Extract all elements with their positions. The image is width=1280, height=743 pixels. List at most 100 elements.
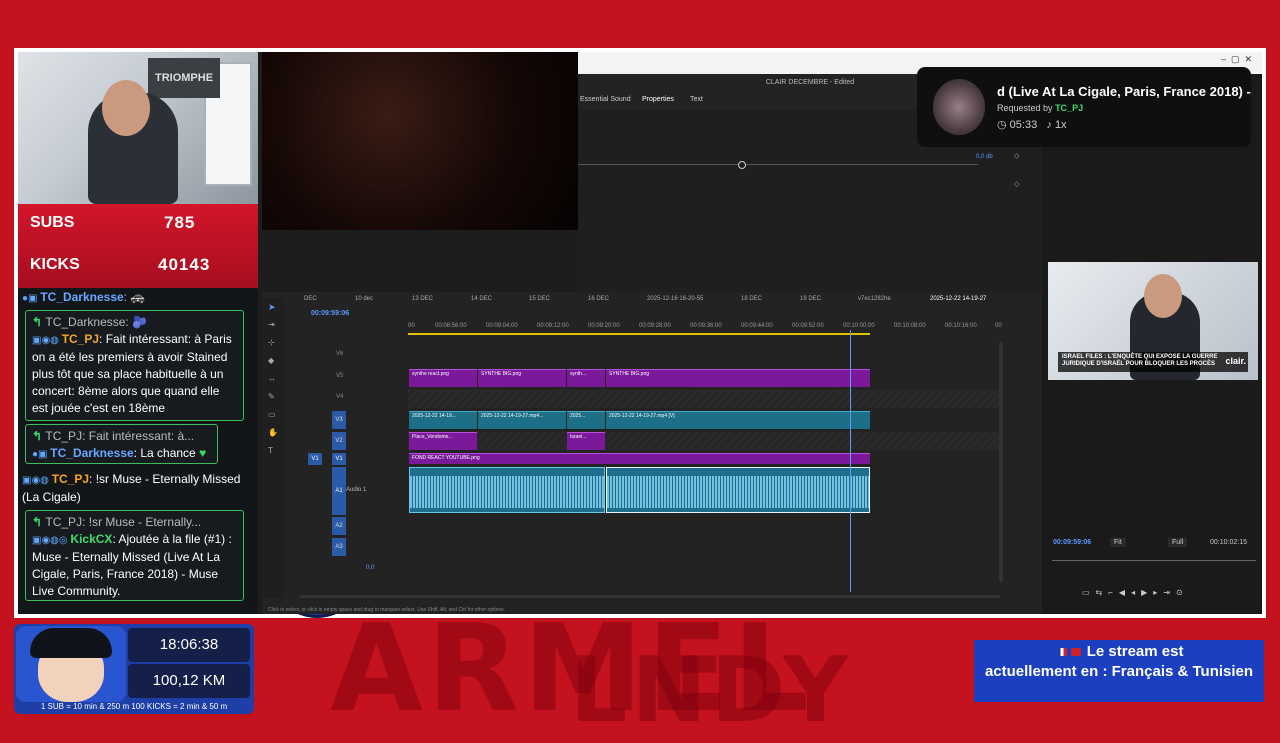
track-header-a2[interactable]: A2 xyxy=(302,517,408,535)
stream-clock: 18:06:38 xyxy=(128,628,250,662)
timeline-clip[interactable]: 2025-12-22 14-19-27.mp4... xyxy=(478,411,566,429)
track-header-v6[interactable]: V6 xyxy=(302,348,408,366)
tab-properties[interactable]: Properties xyxy=(642,96,674,103)
video-preview xyxy=(262,52,578,230)
chat-message: ●▣ TC_Darknesse: La chance ♥ xyxy=(32,446,207,460)
slider-track[interactable] xyxy=(578,164,978,165)
chat-username[interactable]: TC_PJ xyxy=(62,332,99,346)
timeline-clip[interactable]: 2025-12-22 14-19-27.mp4 [V] xyxy=(606,411,870,429)
playhead[interactable] xyxy=(850,330,851,592)
tab-text[interactable]: Text xyxy=(690,96,703,103)
sequence-tab[interactable]: 14 DEC xyxy=(471,296,492,302)
timeline-clip[interactable]: FOND REACT YOUTUBE.png xyxy=(409,453,870,464)
sequence-tab[interactable]: 19 DEC xyxy=(800,296,821,302)
fit-select[interactable]: Fit xyxy=(1110,538,1126,547)
chat-username[interactable]: KickCX xyxy=(70,532,112,546)
timeline-clip[interactable]: Place_Vendome... xyxy=(409,432,477,450)
chat-reply-header: ↰ TC_Darknesse: 🫐 xyxy=(32,315,148,329)
transport-controls-icon[interactable]: ▭⇆⌐◀◂▶▸⇥⊙ xyxy=(1082,588,1189,597)
track-label[interactable]: V1 xyxy=(332,453,346,465)
track-label: V4 xyxy=(336,394,344,400)
chat-message: ●▣ TC_Darknesse: 🚓 xyxy=(22,289,252,307)
razor-icon[interactable]: ◆ xyxy=(268,356,274,365)
master-volume[interactable]: 0,0 xyxy=(366,565,374,571)
badge-icon: ●▣ xyxy=(22,293,41,304)
track-header-v1[interactable]: V1 V1 xyxy=(302,453,408,465)
program-scrub-bar[interactable] xyxy=(1052,560,1256,561)
track-label[interactable]: V2 xyxy=(332,432,346,450)
ripple-edit-icon[interactable]: ⊹ xyxy=(268,338,275,347)
track-label[interactable]: A2 xyxy=(332,517,346,535)
slider-handle[interactable] xyxy=(738,161,746,169)
sequence-tab[interactable]: 2025-12-16 16-20-55 xyxy=(647,296,703,302)
track-header-v2[interactable]: V2 xyxy=(302,432,408,450)
audio-clip-selected[interactable] xyxy=(606,467,870,513)
type-icon[interactable]: T xyxy=(268,446,273,455)
timeline-clip[interactable]: Israel... xyxy=(567,432,605,450)
sequence-tab[interactable]: 18 DEC xyxy=(741,296,762,302)
song-title: d (Live At La Cigale, Paris, France 2018… xyxy=(997,84,1251,99)
track-header-v4[interactable]: V4 xyxy=(302,390,408,408)
pen-icon[interactable]: ✎ xyxy=(268,392,275,401)
slip-icon[interactable]: ↔ xyxy=(268,374,276,383)
subs-label: SUBS xyxy=(30,214,75,231)
ruler-tick: 00:09:20:00 xyxy=(588,323,620,329)
chat-reply-header: ↰ TC_PJ: Fait intéressant: à... xyxy=(32,429,195,443)
timeline-timecode[interactable]: 00:09:59:06 xyxy=(311,310,349,317)
track-select-icon[interactable]: ⇥ xyxy=(268,320,275,329)
sequence-tab[interactable]: 16 DEC xyxy=(588,296,609,302)
chat-username[interactable]: TC_Darknesse xyxy=(40,290,123,304)
empty-track-area[interactable] xyxy=(408,432,1000,450)
track-header-v3[interactable]: V3 xyxy=(302,411,408,429)
track-header-a1[interactable]: A1 Audio 1 xyxy=(302,467,408,515)
track-header-a3[interactable]: A3 xyxy=(302,538,408,556)
program-timecode[interactable]: 00:09:59:06 xyxy=(1053,539,1091,546)
window-controls-icon[interactable]: – ▢ ✕ xyxy=(1221,54,1252,65)
empty-track-area[interactable] xyxy=(408,390,1000,408)
track-label[interactable]: V3 xyxy=(332,411,346,429)
hand-icon[interactable]: ✋ xyxy=(268,428,278,437)
track-source-label[interactable]: V1 xyxy=(308,453,322,465)
sequence-tab[interactable]: 15 DEC xyxy=(529,296,550,302)
selection-tool-icon[interactable]: ➤ xyxy=(268,302,276,313)
chat-reply-text: Fait intéressant: à... xyxy=(88,429,195,443)
track-header-master[interactable]: 0,0 xyxy=(302,562,408,580)
timeline-clip[interactable]: synth... xyxy=(567,369,605,387)
horizontal-scrollbar[interactable] xyxy=(300,595,1000,598)
time-ruler[interactable]: 00 00:08:56:00 00:09:04:00 00:09:12:00 0… xyxy=(408,320,1008,334)
rectangle-icon[interactable]: ▭ xyxy=(268,410,276,419)
song-speed: 1x xyxy=(1054,119,1067,131)
vertical-scrollbar[interactable] xyxy=(999,342,1003,582)
audio-clip[interactable] xyxy=(409,467,605,513)
counter-rules: 1 SUB = 10 min & 250 m 100 KICKS = 2 min… xyxy=(40,702,228,711)
timeline-clip[interactable]: 2025... xyxy=(567,411,605,429)
chat-username[interactable]: TC_PJ xyxy=(52,472,89,486)
track-header-v5[interactable]: V5 xyxy=(302,369,408,387)
sequence-tab[interactable]: 13 DEC xyxy=(412,296,433,302)
flag-tunisia-icon xyxy=(1070,648,1081,657)
sequence-tab-active[interactable]: 2025-12-22 14-19-27 xyxy=(930,296,986,302)
language-line-2: actuellement en : Français & Tunisien xyxy=(984,663,1254,680)
badge-icon: ▣◉◍ xyxy=(32,335,62,346)
keyframe-icon[interactable]: ◇ xyxy=(1014,152,1019,160)
sequence-tab[interactable]: 10 dec xyxy=(355,296,373,302)
reply-icon: ↰ xyxy=(32,429,46,443)
sequence-tab[interactable]: v7ec1282he xyxy=(858,296,891,302)
track-label[interactable]: A3 xyxy=(332,538,346,556)
chat-reply-user[interactable]: TC_PJ xyxy=(45,515,82,529)
tab-essential-sound[interactable]: Essential Sound xyxy=(580,96,631,103)
chat-username[interactable]: TC_Darknesse xyxy=(50,446,133,460)
timeline-clip[interactable]: synthe react.png xyxy=(409,369,477,387)
timeline-clip[interactable]: SYNTHE BIG.png xyxy=(606,369,870,387)
timeline-clip[interactable]: 2025-12-22 14-19... xyxy=(409,411,477,429)
quality-select[interactable]: Full xyxy=(1168,538,1188,547)
track-label[interactable]: A1 xyxy=(332,467,346,515)
chat-username[interactable]: TC_Darknesse xyxy=(45,315,125,329)
chat-reply-user[interactable]: TC_PJ xyxy=(45,429,82,443)
flag-france-icon xyxy=(1056,648,1067,657)
streamer-head xyxy=(102,80,150,136)
timeline-clip[interactable]: SYNTHE BIG.png xyxy=(478,369,566,387)
keyframe-icon[interactable]: ◇ xyxy=(1014,180,1019,188)
sequence-tab[interactable]: DEC xyxy=(304,296,317,302)
background-word: LNDY xyxy=(570,638,853,743)
